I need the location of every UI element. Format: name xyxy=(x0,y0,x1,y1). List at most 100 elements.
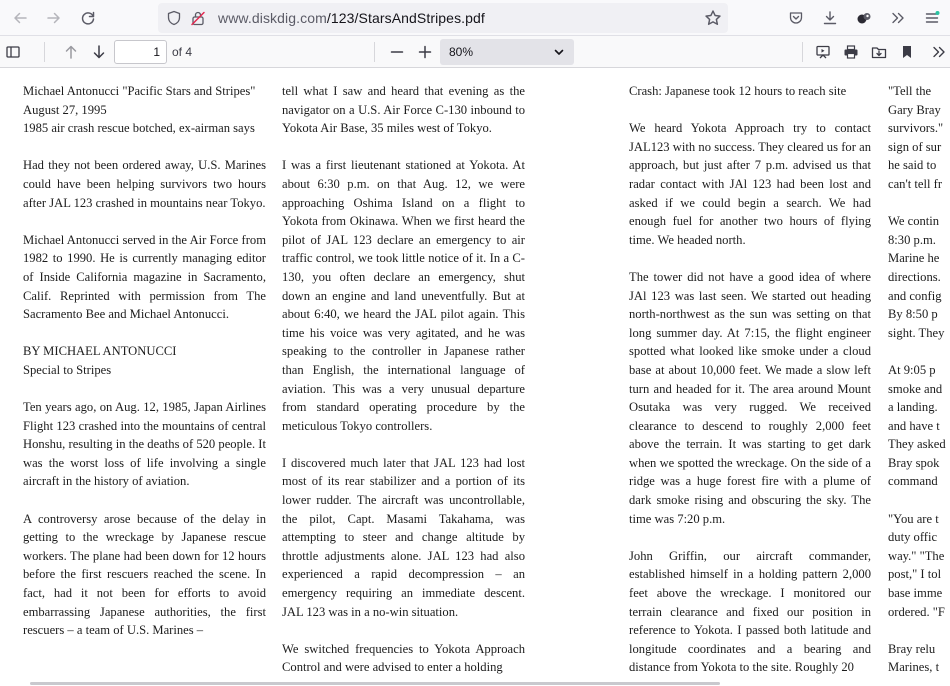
chevron-down-icon xyxy=(554,49,564,55)
url-text: www.diskdig.com/123/StarsAndStripes.pdf xyxy=(218,10,485,26)
sidebar-toggle-button[interactable] xyxy=(0,39,26,65)
text-line: By 8:50 p xyxy=(888,307,938,322)
horizontal-scrollbar[interactable] xyxy=(30,682,720,685)
arrow-right-icon xyxy=(47,12,60,24)
text-line: command xyxy=(888,474,938,489)
downloads-button[interactable] xyxy=(816,4,844,32)
arrow-up-icon xyxy=(65,45,77,59)
page-count-label: of 4 xyxy=(172,45,193,59)
zoom-in-button[interactable] xyxy=(412,39,438,65)
download-icon xyxy=(823,11,837,25)
reload-icon xyxy=(81,11,95,25)
paragraph-fragment: Bray relu Marines, t xyxy=(888,640,950,677)
address-bar[interactable]: www.diskdig.com/123/StarsAndStripes.pdf xyxy=(158,3,728,33)
text-line: Bray spok xyxy=(888,455,940,470)
paragraph-fragment: At 9:05 p smoke and a landing. and have … xyxy=(888,361,950,491)
url-host: www.diskdig.com xyxy=(218,10,327,26)
save-button[interactable] xyxy=(866,39,892,65)
article-date-line: August 27, 1995 xyxy=(23,102,107,117)
presentation-icon xyxy=(816,45,830,59)
paragraph-fragment: "You are t duty offic way." "The post," … xyxy=(888,510,950,622)
arrow-left-icon xyxy=(14,12,27,24)
paragraph: A controversy arose because of the delay… xyxy=(23,511,266,638)
insecure-lock-icon[interactable] xyxy=(190,10,206,26)
text-line: he said to xyxy=(888,158,937,173)
back-button[interactable] xyxy=(6,4,34,32)
text-line: a landing. xyxy=(888,400,938,415)
browser-navbar: www.diskdig.com/123/StarsAndStripes.pdf xyxy=(0,0,950,36)
zoom-out-button[interactable] xyxy=(384,39,410,65)
text-line: survivors." xyxy=(888,121,944,136)
text-line: and config xyxy=(888,288,942,303)
text-line: "You are t xyxy=(888,511,939,526)
text-line: 8:30 p.m. xyxy=(888,232,936,247)
continuation-heading: Crash: Japanese took 12 hours to reach s… xyxy=(629,84,847,98)
hamburger-menu-icon xyxy=(925,11,940,23)
text-line: "Tell the xyxy=(888,84,932,98)
paragraph: The tower did not have a good idea of wh… xyxy=(629,269,871,526)
plus-icon xyxy=(418,45,432,59)
text-line: can't tell fr xyxy=(888,176,943,191)
print-button[interactable] xyxy=(838,39,864,65)
text-line: Marine he xyxy=(888,251,940,266)
text-line: ordered. "F xyxy=(888,604,945,619)
text-line: We contin xyxy=(888,214,940,229)
text-line: Gary Bray xyxy=(888,102,941,117)
overflow-menu-button[interactable] xyxy=(884,4,912,32)
toolbar-separator xyxy=(374,42,375,62)
bookmark-star-icon[interactable] xyxy=(704,9,722,27)
text-line: and have t xyxy=(888,418,940,433)
paragraph: I discovered much later that JAL 123 had… xyxy=(282,455,525,619)
next-page-button[interactable] xyxy=(86,39,112,65)
forward-button[interactable] xyxy=(40,4,68,32)
previous-page-button[interactable] xyxy=(58,39,84,65)
sidebar-icon xyxy=(6,46,20,58)
paragraph: I was a first lieutenant stationed at Yo… xyxy=(282,158,525,433)
paragraph-fragment: We contin 8:30 p.m. Marine he directions… xyxy=(888,212,950,342)
tools-menu-button[interactable] xyxy=(926,39,950,65)
pocket-button[interactable] xyxy=(782,4,810,32)
text-line: Bray relu xyxy=(888,641,936,656)
text-line: At 9:05 p xyxy=(888,362,936,377)
article-source-line: Michael Antonucci "Pacific Stars and Str… xyxy=(23,84,256,98)
save-folder-icon xyxy=(871,47,887,59)
paragraph: We heard Yokota Approach try to contact … xyxy=(629,121,871,247)
text-line: duty offic xyxy=(888,530,938,545)
paragraph-fragment: "Tell the Gary Bray survivors." sign of … xyxy=(888,82,950,194)
text-line: smoke and xyxy=(888,381,943,396)
text-line: post," I tol xyxy=(888,567,942,582)
paragraph: Michael Antonucci served in the Air Forc… xyxy=(23,232,266,322)
toolbar-separator xyxy=(44,42,45,62)
page-number-input[interactable] xyxy=(114,40,167,64)
account-button[interactable] xyxy=(850,4,878,32)
paragraph: John Griffin, our aircraft commander, es… xyxy=(629,548,871,675)
reload-button[interactable] xyxy=(74,4,102,32)
page1-column-right: tell what I saw and heard that evening a… xyxy=(282,82,525,686)
bookmark-icon xyxy=(903,46,911,58)
zoom-select[interactable]: 80% xyxy=(440,39,574,65)
text-line: base imme xyxy=(888,586,943,601)
text-line: They asked xyxy=(888,437,946,452)
url-path: /123/StarsAndStripes.pdf xyxy=(326,10,485,26)
tracking-protection-shield-icon[interactable] xyxy=(166,10,182,26)
app-menu-button[interactable] xyxy=(918,4,946,32)
text-line: way." "The xyxy=(888,548,945,563)
text-line: sign of sur xyxy=(888,139,942,154)
pdf-document-viewer[interactable]: Michael Antonucci "Pacific Stars and Str… xyxy=(0,68,950,686)
byline-author: BY MICHAEL ANTONUCCI xyxy=(23,344,177,359)
zoom-value: 80% xyxy=(449,45,474,59)
arrow-down-icon xyxy=(93,45,105,59)
page1-column-left: Michael Antonucci "Pacific Stars and Str… xyxy=(23,82,266,658)
minus-icon xyxy=(390,51,404,53)
bookmark-button[interactable] xyxy=(894,39,920,65)
byline-credit: Special to Stripes xyxy=(23,362,112,377)
toolbar-separator xyxy=(802,42,803,62)
article-headline-line: 1985 air crash rescue botched, ex-airman… xyxy=(23,121,255,136)
text-line: sight. They xyxy=(888,325,945,340)
presentation-mode-button[interactable] xyxy=(810,39,836,65)
paragraph: We switched frequencies to Yokota Approa… xyxy=(282,641,525,675)
paragraph: Ten years ago, on Aug. 12, 1985, Japan A… xyxy=(23,400,266,489)
page2-column-left: Crash: Japanese took 12 hours to reach s… xyxy=(629,82,871,686)
text-line: directions. xyxy=(888,269,941,284)
paragraph: Had they not been ordered away, U.S. Mar… xyxy=(23,158,266,210)
